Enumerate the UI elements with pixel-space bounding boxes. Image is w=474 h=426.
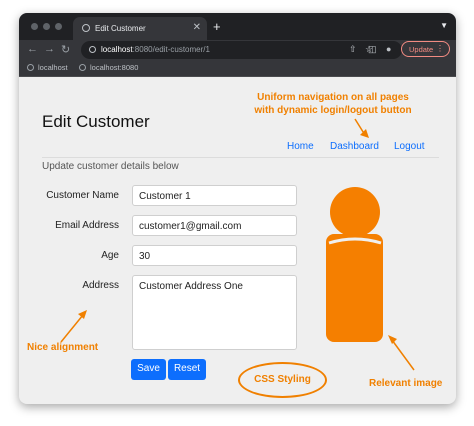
minimize-window-dot[interactable] bbox=[43, 23, 50, 30]
bookmark-localhost-8080[interactable]: localhost:8080 bbox=[79, 63, 138, 72]
nav-logout[interactable]: Logout bbox=[394, 141, 425, 152]
url-text: localhost:8080/edit-customer/1 bbox=[101, 45, 210, 54]
address-bar[interactable]: localhost:8080/edit-customer/1 ⇧ ☆ bbox=[81, 41, 402, 59]
maximize-window-dot[interactable] bbox=[55, 23, 62, 30]
address-field[interactable]: Customer Address One bbox=[132, 275, 297, 350]
browser-toolbar: ← → ↻ localhost:8080/edit-customer/1 ⇧ ☆… bbox=[19, 40, 456, 60]
forward-arrow-icon[interactable]: → bbox=[44, 43, 55, 55]
email-label: Email Address bbox=[55, 220, 119, 231]
tab-title: Edit Customer bbox=[95, 24, 146, 33]
update-button[interactable]: Update ⋮ bbox=[401, 41, 450, 57]
age-field[interactable]: 30 bbox=[132, 245, 297, 266]
profile-icon[interactable]: ● bbox=[386, 44, 391, 54]
close-tab-icon[interactable]: ✕ bbox=[193, 22, 201, 33]
arrow-icon bbox=[60, 310, 87, 343]
email-field[interactable]: customer1@gmail.com bbox=[132, 215, 297, 236]
address-label: Address bbox=[82, 280, 119, 291]
styling-annotation: CSS Styling bbox=[254, 374, 311, 385]
sidebar-icon[interactable]: ◫ bbox=[368, 44, 377, 55]
back-arrow-icon[interactable]: ← bbox=[27, 43, 38, 55]
nav-home[interactable]: Home bbox=[287, 141, 314, 152]
arrow-icon bbox=[388, 335, 415, 371]
nav-dashboard[interactable]: Dashboard bbox=[330, 141, 379, 152]
customer-name-field[interactable]: Customer 1 bbox=[132, 185, 297, 206]
menu-dots-icon[interactable]: ⋮ bbox=[436, 44, 444, 53]
reload-icon[interactable]: ↻ bbox=[61, 43, 70, 56]
page-title: Edit Customer bbox=[42, 112, 150, 131]
chevron-down-icon[interactable]: ▼ bbox=[440, 21, 448, 30]
person-icon bbox=[326, 187, 383, 342]
image-annotation: Relevant image bbox=[369, 378, 443, 389]
page-content: Edit Customer Home Dashboard Logout Upda… bbox=[19, 77, 456, 404]
new-tab-icon[interactable]: + bbox=[213, 19, 221, 34]
bookmark-localhost[interactable]: localhost bbox=[27, 63, 68, 72]
bookmarks-bar: localhost localhost:8080 bbox=[19, 60, 456, 77]
info-icon[interactable] bbox=[89, 46, 96, 53]
divider bbox=[42, 157, 439, 158]
age-label: Age bbox=[101, 250, 119, 261]
reset-button[interactable]: Reset bbox=[168, 359, 206, 380]
navigation-annotation: Uniform navigation on all pages with dyn… bbox=[254, 92, 412, 116]
globe-icon bbox=[82, 24, 90, 32]
save-button[interactable]: Save bbox=[131, 359, 166, 380]
globe-icon bbox=[27, 64, 34, 71]
arrow-icon bbox=[354, 118, 369, 138]
close-window-dot[interactable] bbox=[31, 23, 38, 30]
browser-window: Edit Customer ✕ + ▼ ← → ↻ localhost:8080… bbox=[19, 13, 456, 404]
customer-name-label: Customer Name bbox=[46, 190, 119, 201]
share-icon[interactable]: ⇧ bbox=[349, 44, 357, 55]
globe-icon bbox=[79, 64, 86, 71]
tab-edit-customer[interactable]: Edit Customer ✕ bbox=[73, 17, 207, 40]
page-subtitle: Update customer details below bbox=[42, 161, 179, 172]
tab-bar: Edit Customer ✕ + ▼ bbox=[19, 13, 456, 40]
